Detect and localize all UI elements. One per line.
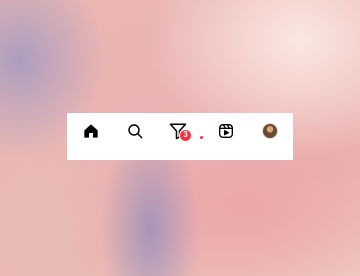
tab-reels[interactable] <box>214 119 238 143</box>
tab-search[interactable] <box>123 119 147 143</box>
search-icon <box>128 124 143 139</box>
tab-profile[interactable] <box>258 119 282 143</box>
tab-home[interactable] <box>79 119 103 143</box>
bottom-tab-bar: 3 <box>67 113 293 160</box>
reels-icon <box>219 124 233 138</box>
avatar <box>262 123 278 139</box>
profile-notification-dot <box>200 136 203 139</box>
notification-badge: 3 <box>179 129 192 142</box>
home-icon <box>84 124 98 138</box>
tab-activity[interactable]: 3 <box>166 119 192 143</box>
